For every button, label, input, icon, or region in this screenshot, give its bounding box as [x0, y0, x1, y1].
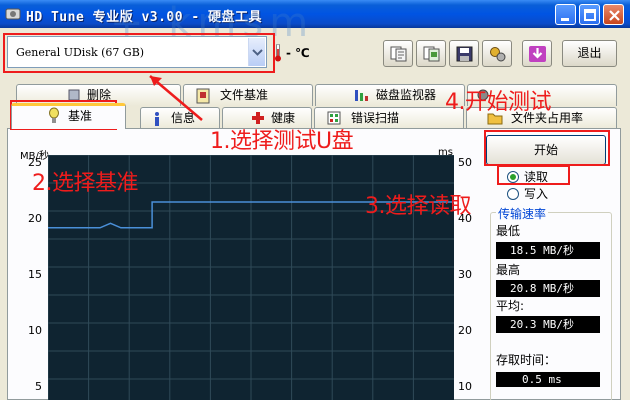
tab-disk-monitor[interactable]: 磁盘监视器 [315, 84, 465, 106]
max-label: 最高 [496, 263, 521, 277]
tab-file-benchmark-label: 文件基准 [220, 88, 269, 102]
max-value: 20.8 MB/秒 [496, 280, 600, 297]
save-icon [456, 46, 473, 62]
write-radio-label: 写入 [524, 187, 549, 201]
annotation-step3: 3.选择读取 [365, 194, 472, 219]
tab-disk-monitor-label: 磁盘监视器 [376, 88, 437, 102]
close-button[interactable] [603, 4, 624, 25]
save-button[interactable] [449, 40, 479, 67]
annotation-step1: 1.选择测试U盘 [210, 129, 354, 154]
thermometer-icon [275, 44, 281, 62]
disk-monitor-icon [355, 90, 368, 101]
annotation-step4: 4.开始测试 [445, 90, 552, 115]
y-tick-right-10: 10 [458, 380, 472, 393]
copy-icon [390, 46, 407, 62]
avg-value: 20.3 MB/秒 [496, 316, 600, 333]
y-tick-right-20: 20 [458, 324, 472, 337]
title-bar: HD Tune 专业版 v3.00 - 硬盘工具 [0, 0, 630, 28]
copy-screenshot-button[interactable] [416, 40, 446, 67]
annotation-box-read [497, 165, 570, 185]
avg-label: 平均: [496, 299, 525, 313]
annotation-box-drive [3, 33, 275, 73]
y-tick-left-20: 20 [28, 212, 42, 225]
screenshot-icon [423, 46, 440, 62]
close-icon [609, 10, 620, 21]
minimize-button[interactable] [555, 4, 576, 25]
tab-error-scan-label: 错误扫描 [351, 111, 400, 125]
access-time-label: 存取时间： [496, 353, 557, 367]
annotation-arrow [149, 75, 203, 121]
annotation-step2: 2.选择基准 [32, 171, 139, 196]
options-button[interactable] [482, 40, 512, 67]
access-time-value: 0.5 ms [496, 372, 600, 387]
download-icon [529, 46, 546, 62]
options-icon [490, 47, 506, 62]
write-radio[interactable] [507, 188, 519, 200]
annotation-box-start [484, 130, 610, 166]
temperature-readout: - ℃ [286, 46, 310, 60]
y-tick-left-10: 10 [28, 324, 42, 337]
y-tick-left-5: 5 [35, 380, 42, 393]
tab-benchmark[interactable]: 基准 [11, 103, 126, 129]
exit-button[interactable]: 退出 [562, 40, 617, 67]
y-tick-left-15: 15 [28, 268, 42, 281]
min-label: 最低 [496, 224, 521, 238]
minimize-icon [561, 18, 569, 21]
download-button[interactable] [522, 40, 552, 67]
min-value: 18.5 MB/秒 [496, 242, 600, 259]
transfer-rate-title: 传输速率 [496, 205, 549, 222]
y-tick-right-30: 30 [458, 268, 472, 281]
copy-info-button[interactable] [383, 40, 413, 67]
maximize-icon [584, 9, 596, 21]
tab-benchmark-label: 基准 [68, 109, 93, 123]
y-tick-right-50: 50 [458, 156, 472, 169]
benchmark-icon [49, 107, 59, 123]
maximize-button[interactable] [579, 4, 600, 25]
app-icon [5, 8, 21, 20]
